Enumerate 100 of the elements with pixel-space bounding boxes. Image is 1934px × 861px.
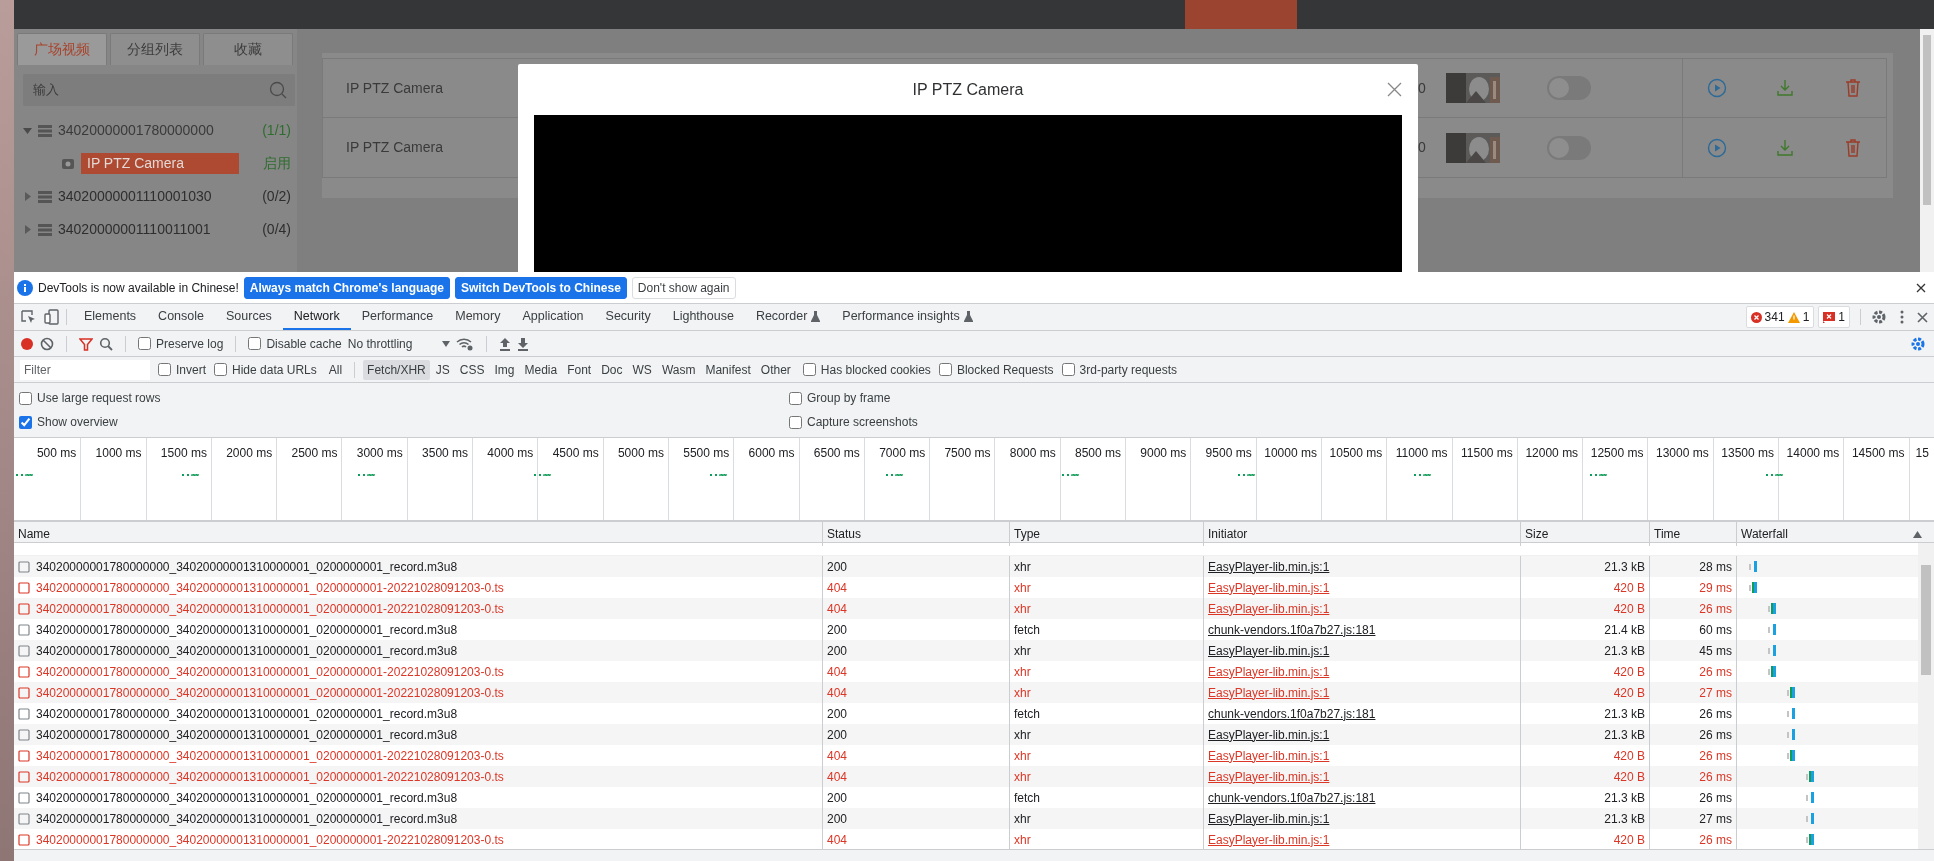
checkbox[interactable]	[158, 363, 171, 376]
type-filter[interactable]: Doc	[597, 359, 627, 380]
filter-field[interactable]: Filter	[20, 359, 150, 380]
sidebar-tab[interactable]: 分组列表	[110, 33, 200, 65]
column-header[interactable]: Initiator	[1203, 522, 1520, 546]
checkbox[interactable]	[19, 391, 32, 405]
devtools-tab[interactable]: Console	[147, 304, 215, 330]
request-name[interactable]: 34020000001780000000_34020000001310000001_0200000001_record.m3u8	[36, 725, 458, 744]
devtools-tab[interactable]: Performance	[350, 304, 445, 330]
devtools-tab[interactable]: Sources	[215, 304, 283, 330]
search-input[interactable]: 输入	[31, 79, 269, 101]
initiator-link[interactable]: EasyPlayer-lib.min.js:1	[1208, 725, 1330, 744]
initiator-link[interactable]: EasyPlayer-lib.min.js:1	[1208, 809, 1330, 828]
initiator-link[interactable]: EasyPlayer-lib.min.js:1	[1208, 557, 1330, 576]
request-name[interactable]: 34020000001780000000_34020000001310000001_0200000001-20221028091203-0.ts	[36, 830, 504, 849]
search-icon[interactable]	[99, 336, 113, 351]
initiator-link[interactable]: EasyPlayer-lib.min.js:1	[1208, 683, 1330, 702]
checkbox[interactable]	[938, 363, 952, 376]
clear-icon[interactable]	[40, 336, 54, 351]
initiator-link[interactable]: EasyPlayer-lib.min.js:1	[1208, 599, 1330, 618]
caret-icon[interactable]	[23, 126, 32, 135]
console-counter[interactable]: 341 1	[1745, 306, 1815, 328]
type-filter[interactable]: JS	[431, 359, 454, 380]
inspect-icon[interactable]	[20, 309, 36, 325]
devtools-tab[interactable]: Application	[511, 304, 595, 330]
checkbox[interactable]	[138, 337, 151, 350]
checkbox[interactable]	[1061, 363, 1075, 376]
checkbox[interactable]	[802, 363, 816, 376]
type-filter[interactable]: Other	[756, 359, 795, 380]
sort-icon[interactable]	[1913, 530, 1922, 538]
request-name[interactable]: 34020000001780000000_34020000001310000001_0200000001-20221028091203-0.ts	[36, 578, 504, 597]
more-icon[interactable]	[1899, 309, 1905, 325]
column-header[interactable]: Type	[1009, 522, 1203, 546]
devtools-tab[interactable]: Elements	[73, 304, 148, 330]
close-icon[interactable]	[1916, 282, 1926, 293]
device-toolbar-icon[interactable]	[44, 309, 60, 325]
type-filter[interactable]: Wasm	[657, 359, 700, 380]
initiator-link[interactable]: EasyPlayer-lib.min.js:1	[1208, 746, 1330, 765]
request-name[interactable]: 34020000001780000000_34020000001310000001_0200000001_record.m3u8	[36, 620, 458, 639]
devtools-tab[interactable]: Memory	[444, 304, 512, 330]
infobar-button[interactable]: Don't show again	[631, 276, 736, 299]
checkbox[interactable]	[789, 391, 802, 405]
scrollbar[interactable]	[1918, 543, 1934, 849]
initiator-link[interactable]: EasyPlayer-lib.min.js:1	[1208, 767, 1330, 786]
initiator-link[interactable]: EasyPlayer-lib.min.js:1	[1208, 641, 1330, 660]
initiator-link[interactable]: EasyPlayer-lib.min.js:1	[1208, 662, 1330, 681]
device-id[interactable]: 34020000001110001030	[58, 186, 212, 207]
request-name[interactable]: 34020000001780000000_34020000001310000001_0200000001_record.m3u8	[36, 557, 458, 576]
request-name[interactable]: 34020000001780000000_34020000001310000001_0200000001_record.m3u8	[36, 809, 458, 828]
devtools-tab[interactable]: Security	[594, 304, 662, 330]
download-icon[interactable]	[517, 336, 530, 351]
request-name[interactable]: 34020000001780000000_34020000001310000001_0200000001_record.m3u8	[36, 704, 458, 723]
type-filter[interactable]: Manifest	[701, 359, 755, 380]
infobar-button[interactable]: Always match Chrome's language	[243, 276, 451, 299]
issues-counter[interactable]: 1	[1818, 306, 1850, 328]
request-name[interactable]: 34020000001780000000_34020000001310000001_0200000001_record.m3u8	[36, 788, 458, 807]
search-field[interactable]: 输入	[23, 74, 295, 106]
devtools-tab[interactable]: Lighthouse	[661, 304, 745, 330]
settings-icon[interactable]	[1871, 309, 1887, 325]
device-id[interactable]: 34020000001110011001	[58, 219, 211, 240]
type-filter[interactable]: Font	[563, 359, 596, 380]
request-name[interactable]: 34020000001780000000_34020000001310000001_0200000001-20221028091203-0.ts	[36, 767, 504, 786]
checkbox[interactable]	[248, 337, 262, 350]
column-header[interactable]: Status	[822, 522, 1009, 546]
checkbox-label: Preserve log	[156, 335, 224, 353]
filter-icon[interactable]	[79, 336, 93, 351]
throttling-dropdown[interactable]: No throttling	[347, 334, 451, 353]
column-header[interactable]: Size	[1520, 522, 1649, 546]
record-icon[interactable]	[20, 336, 34, 351]
initiator-link[interactable]: EasyPlayer-lib.min.js:1	[1208, 578, 1330, 597]
devtools-tab[interactable]: Performance insights	[831, 304, 984, 330]
request-name[interactable]: 34020000001780000000_34020000001310000001_0200000001-20221028091203-0.ts	[36, 599, 504, 618]
scrollbar[interactable]	[1920, 29, 1934, 272]
type-filter[interactable]: Fetch/XHR	[363, 359, 430, 380]
type-filter[interactable]: CSS	[455, 359, 489, 380]
initiator-link[interactable]: EasyPlayer-lib.min.js:1	[1208, 830, 1330, 849]
settings-icon[interactable]	[1910, 335, 1926, 352]
request-name[interactable]: 34020000001780000000_34020000001310000001_0200000001_record.m3u8	[36, 641, 458, 660]
column-header[interactable]: Name	[14, 522, 822, 546]
request-name[interactable]: 34020000001780000000_34020000001310000001_0200000001-20221028091203-0.ts	[36, 662, 504, 681]
sidebar-tab[interactable]: 收藏	[203, 33, 293, 65]
camera-item[interactable]: IP PTZ Camera	[81, 153, 239, 174]
infobar-button[interactable]: Switch DevTools to Chinese	[455, 276, 627, 299]
initiator-link[interactable]: chunk-vendors.1f0a7b27.js:181	[1208, 704, 1376, 723]
request-name[interactable]: 34020000001780000000_34020000001310000001_0200000001-20221028091203-0.ts	[36, 683, 504, 702]
initiator-link[interactable]: chunk-vendors.1f0a7b27.js:181	[1208, 620, 1376, 639]
type-filter[interactable]: Media	[520, 359, 562, 380]
checkbox[interactable]	[789, 415, 802, 429]
type-filter[interactable]: WS	[628, 359, 656, 380]
close-icon[interactable]	[1917, 311, 1928, 323]
request-name[interactable]: 34020000001780000000_34020000001310000001_0200000001-20221028091203-0.ts	[36, 746, 504, 765]
initiator-link[interactable]: chunk-vendors.1f0a7b27.js:181	[1208, 788, 1376, 807]
checkbox[interactable]	[19, 415, 32, 429]
column-header[interactable]: Time	[1649, 522, 1736, 546]
network-conditions-icon[interactable]	[456, 336, 475, 351]
devtools-tab[interactable]: Recorder	[744, 304, 832, 330]
checkbox[interactable]	[214, 363, 227, 376]
upload-icon[interactable]	[499, 336, 512, 351]
type-filter[interactable]: Img	[490, 359, 519, 380]
type-filter[interactable]: All	[324, 359, 347, 380]
